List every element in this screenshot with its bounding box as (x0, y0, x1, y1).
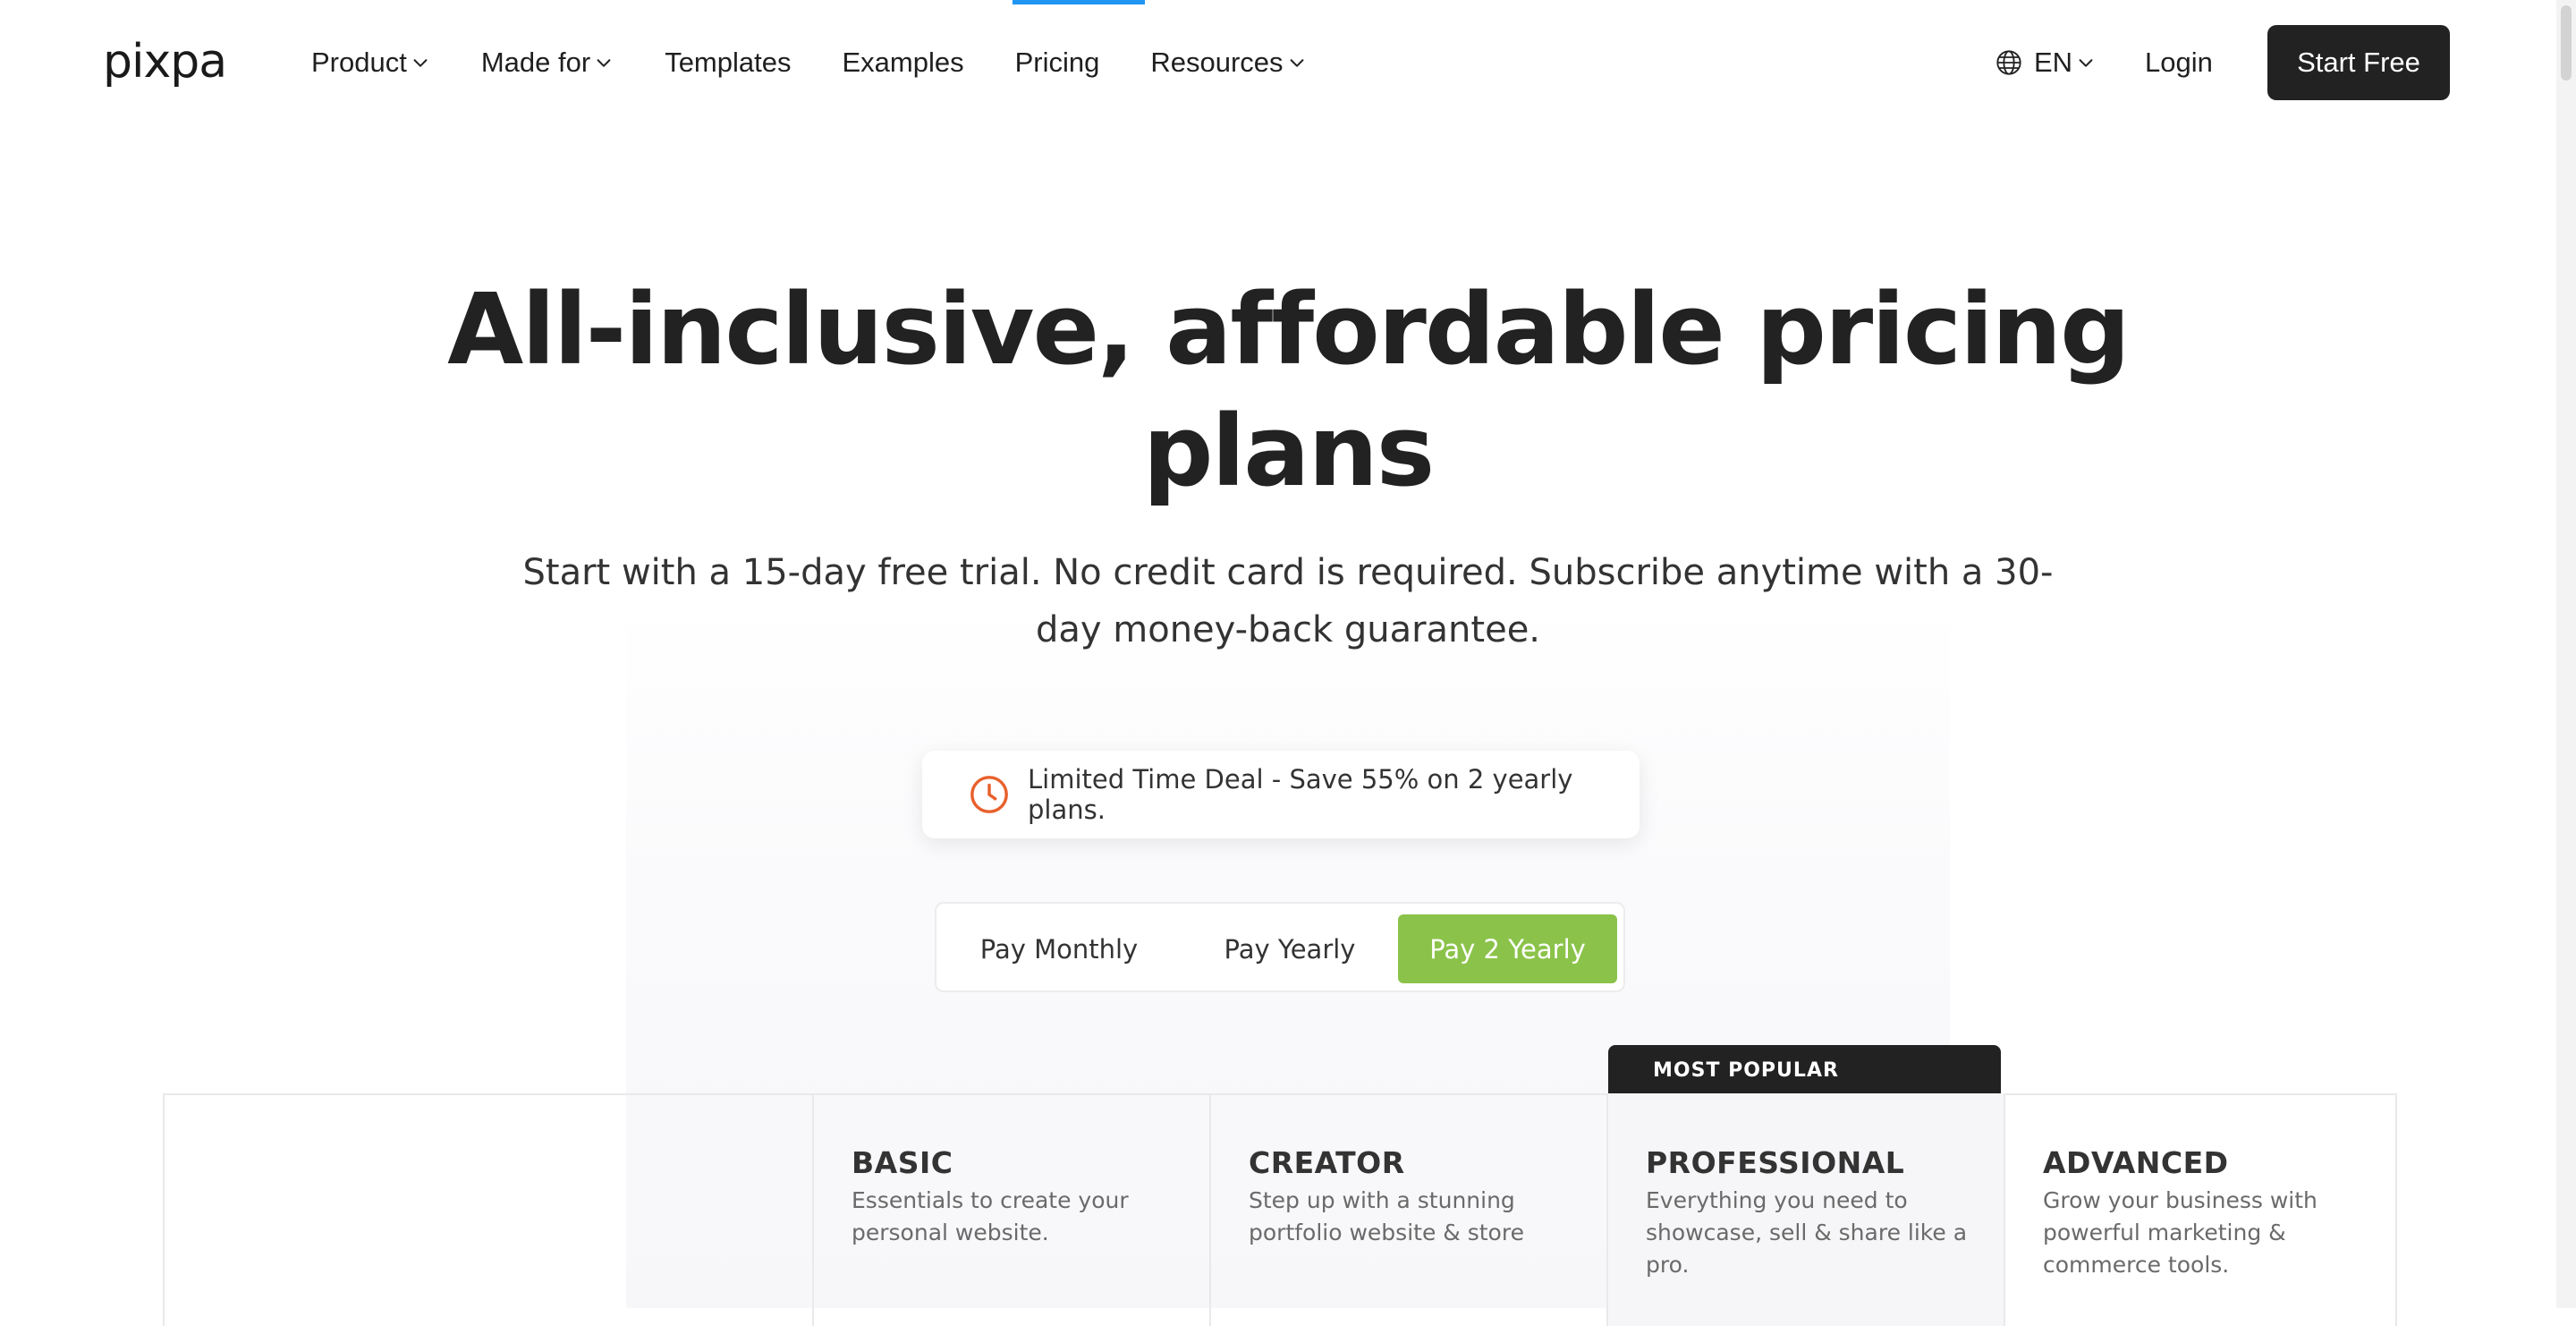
language-label: EN (2034, 47, 2073, 78)
pay-2-yearly-option[interactable]: Pay 2 Yearly (1398, 914, 1617, 983)
nav-examples-label: Examples (842, 47, 964, 78)
plan-name: PROFESSIONAL (1646, 1145, 1905, 1180)
most-popular-badge: MOST POPULAR (1608, 1045, 2001, 1095)
plan-description: Step up with a stunning portfolio websit… (1249, 1187, 1524, 1245)
chevron-down-icon (2072, 53, 2096, 72)
nav-made-for-label: Made for (480, 47, 591, 78)
nav-templates-label: Templates (665, 47, 792, 78)
page-scrollbar[interactable] (2556, 0, 2576, 1308)
main-nav: Product Made for Templates Examples Pric… (311, 31, 1358, 94)
pay-yearly-option[interactable]: Pay Yearly (1178, 914, 1402, 983)
plan-advanced: ADVANCED Grow your business with powerfu… (2004, 1093, 2397, 1326)
language-selector[interactable]: EN (1995, 31, 2096, 94)
plan-name: CREATOR (1249, 1145, 1405, 1180)
chevron-down-icon (594, 53, 614, 72)
pay-monthly-option[interactable]: Pay Monthly (947, 914, 1171, 983)
start-free-button[interactable]: Start Free (2267, 25, 2450, 100)
nav-made-for[interactable]: Made for (481, 31, 614, 94)
plan-description: Grow your business with powerful marketi… (2043, 1187, 2318, 1278)
page-subtitle: Start with a 15-day free trial. No credi… (522, 552, 2054, 650)
plan-description: Everything you need to showcase, sell & … (1646, 1187, 1968, 1278)
plans-table: BASIC Essentials to create your personal… (163, 1093, 2399, 1326)
plan-professional: PROFESSIONAL Everything you need to show… (1606, 1093, 2004, 1326)
billing-period-toggle: Pay Monthly Pay Yearly Pay 2 Yearly (935, 902, 1625, 992)
chevron-down-icon (1287, 53, 1307, 72)
plan-name: BASIC (852, 1145, 953, 1180)
page-title: All-inclusive, affordable pricing plans (447, 272, 2131, 508)
site-header: pixpa Product Made for Templates Example… (0, 0, 2576, 125)
login-link[interactable]: Login (2145, 31, 2213, 94)
nav-pricing[interactable]: Pricing (1015, 31, 1100, 94)
pixpa-logo[interactable]: pixpa (103, 30, 227, 93)
nav-product[interactable]: Product (311, 31, 430, 94)
plan-name: ADVANCED (2043, 1145, 2229, 1180)
active-nav-indicator (1013, 0, 1145, 4)
clock-icon (969, 774, 1010, 815)
deal-text: Limited Time Deal - Save 55% on 2 yearly… (1028, 764, 1573, 825)
limited-time-deal-banner: Limited Time Deal - Save 55% on 2 yearly… (922, 751, 1640, 838)
plan-creator: CREATOR Step up with a stunning portfoli… (1209, 1093, 1606, 1326)
nav-resources-label: Resources (1150, 47, 1284, 78)
nav-pricing-label: Pricing (1014, 47, 1100, 78)
plan-description: Essentials to create your personal websi… (852, 1187, 1129, 1245)
nav-examples[interactable]: Examples (842, 31, 963, 94)
nav-product-label: Product (311, 47, 407, 78)
plan-basic: BASIC Essentials to create your personal… (812, 1093, 1209, 1326)
nav-templates[interactable]: Templates (665, 31, 791, 94)
globe-icon (1995, 48, 2023, 77)
chevron-down-icon (411, 53, 430, 72)
nav-resources[interactable]: Resources (1150, 31, 1306, 94)
scrollbar-thumb[interactable] (2561, 5, 2572, 81)
